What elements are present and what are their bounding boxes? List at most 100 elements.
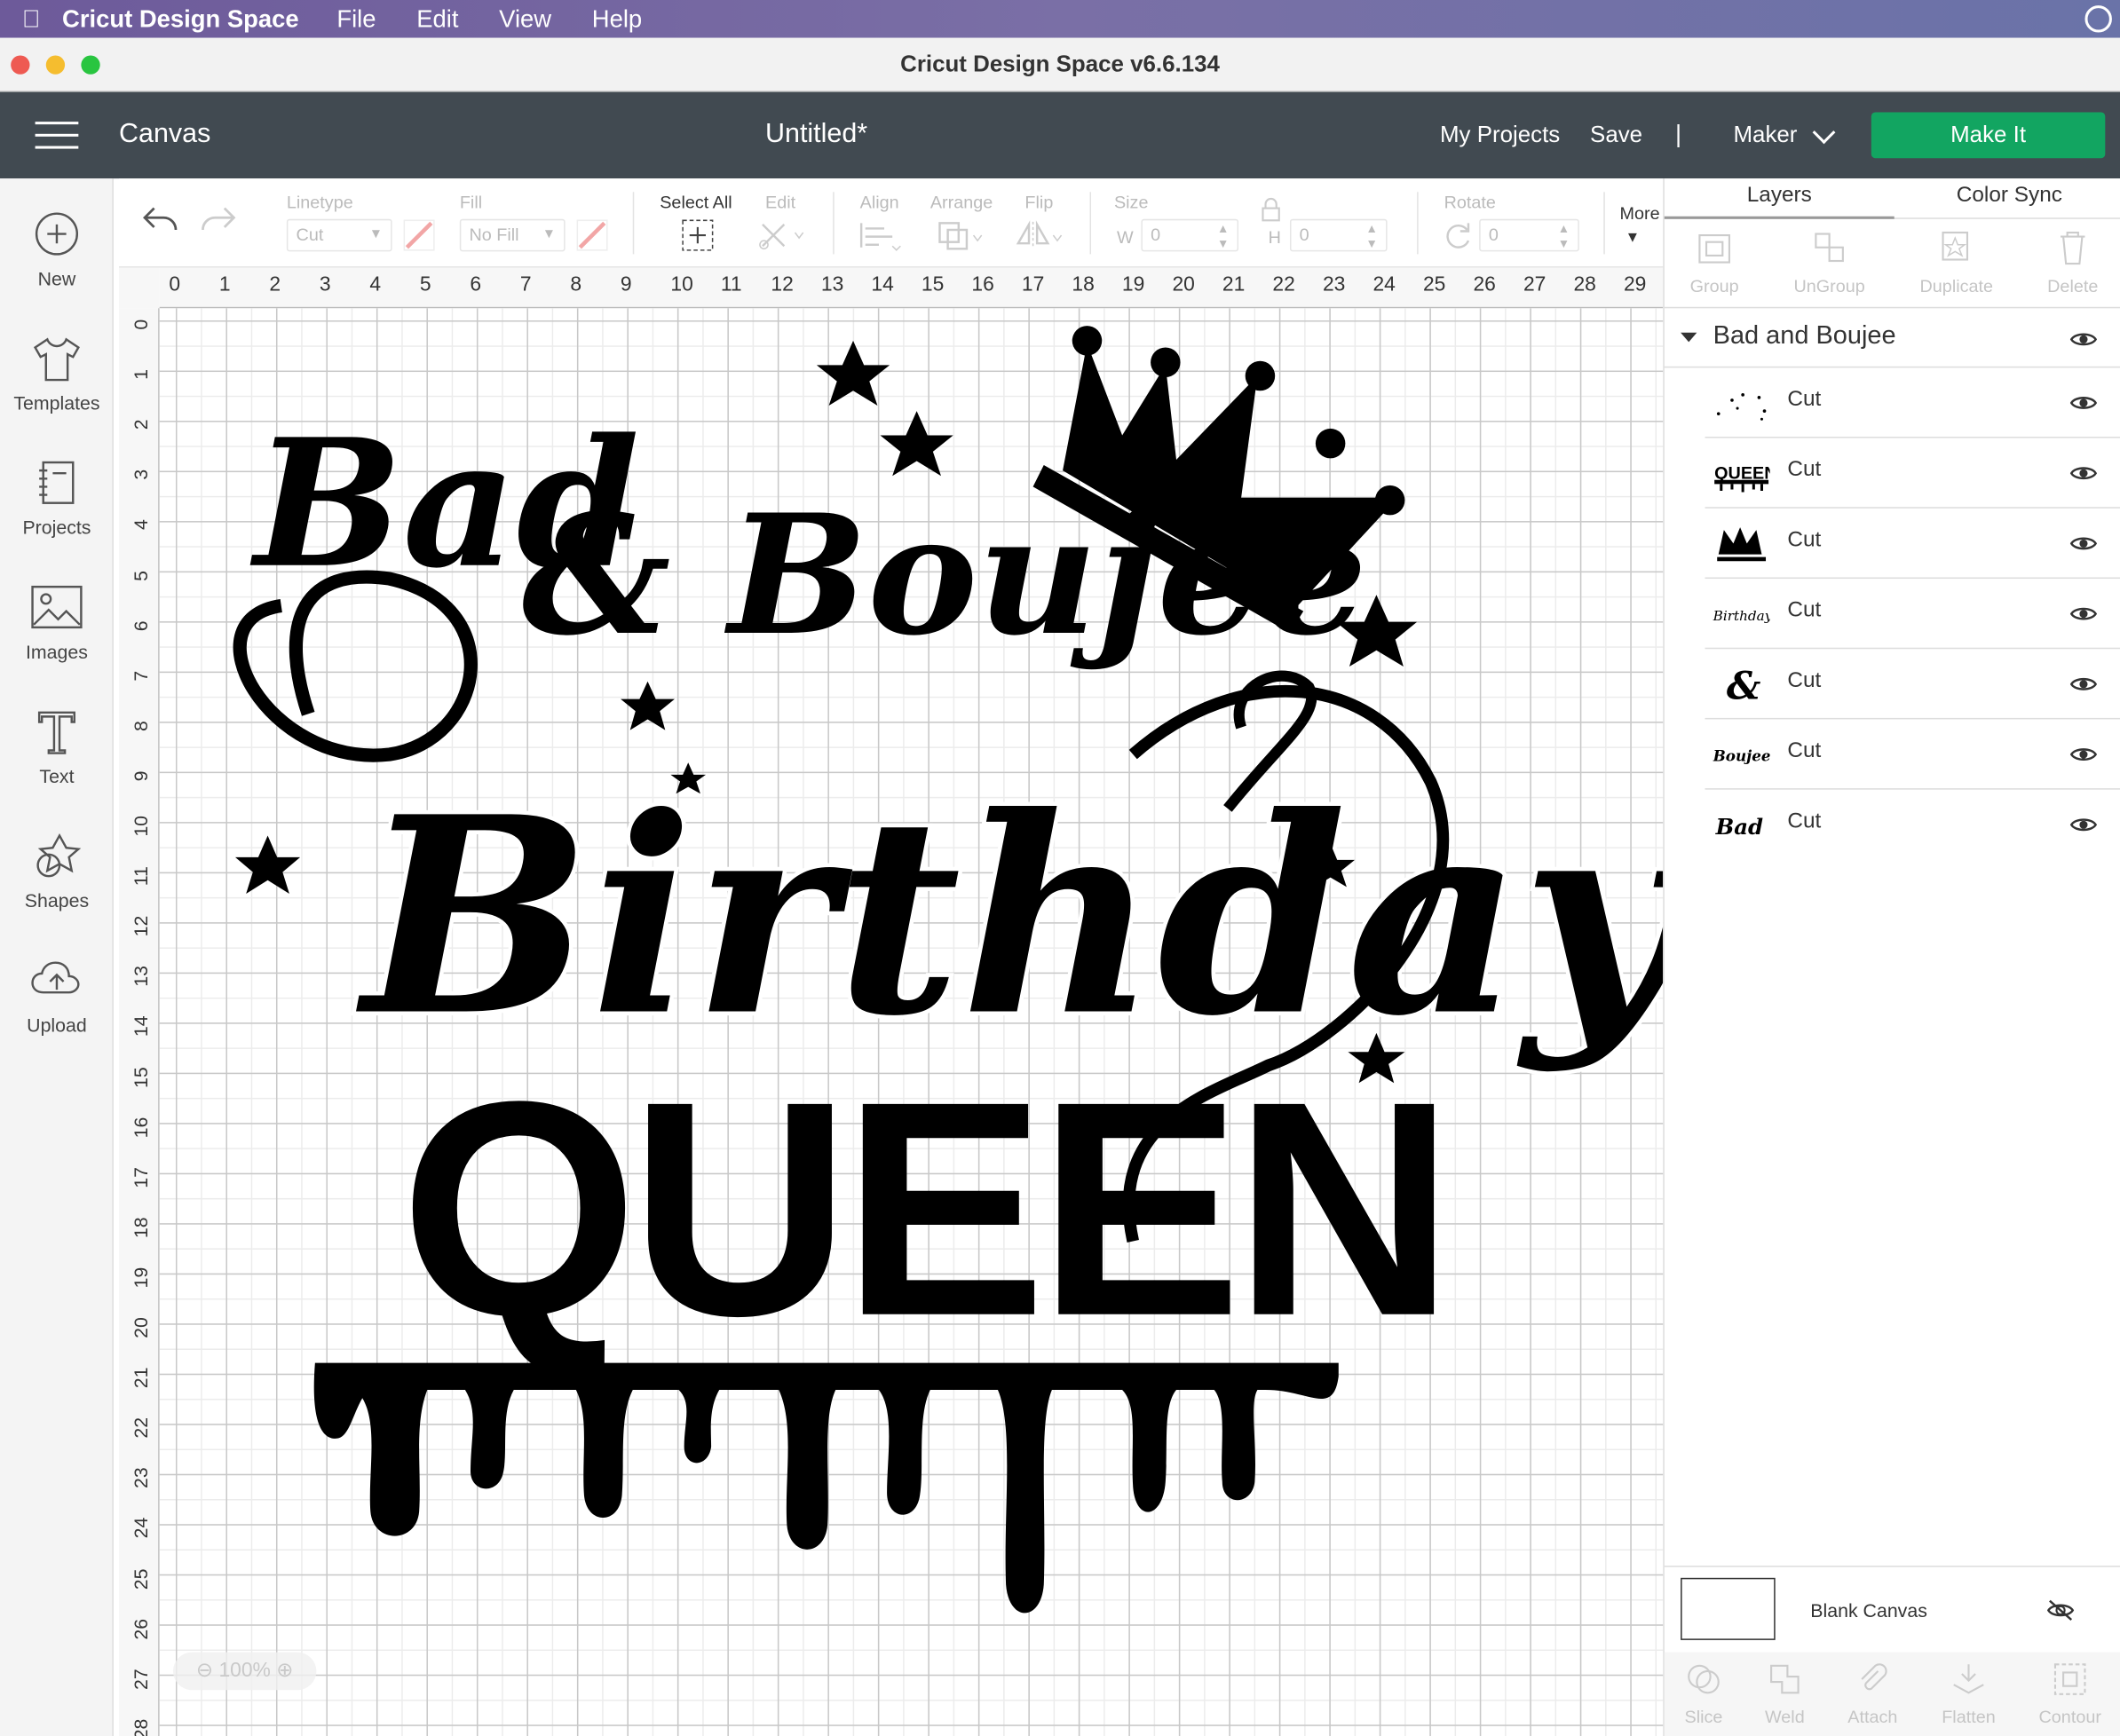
hamburger-menu-icon[interactable] [35, 122, 79, 152]
layer-row[interactable]: QUEEN Cut [1705, 438, 2120, 509]
menu-view[interactable]: View [499, 4, 551, 33]
ruler-tick-label: 23 [1322, 272, 1346, 296]
ruler-tick-label: 28 [130, 1718, 152, 1736]
delete-button[interactable]: Delete [2019, 227, 2120, 296]
fill-select[interactable]: No Fill ▼ [459, 218, 566, 252]
contour-label: Contour [2038, 1706, 2101, 1727]
stepper-icon[interactable]: ▲ ▼ [1365, 222, 1378, 252]
ruler-tick-label: 15 [130, 1066, 152, 1088]
ruler-tick-label: 5 [419, 272, 431, 296]
layer-row[interactable]: Cut [1705, 367, 2120, 438]
machine-selector[interactable]: Maker [1733, 122, 1797, 148]
apple-icon[interactable]:  [0, 4, 62, 33]
queen-drip-layer[interactable]: QUEEN [313, 1038, 1454, 1614]
eye-icon[interactable] [2069, 464, 2098, 483]
ruler-tick-label: 25 [130, 1567, 152, 1590]
weld-button[interactable]: Weld [1742, 1661, 1828, 1726]
sidebar-item-shapes[interactable]: Shapes [0, 832, 114, 911]
layers-panel: Layers Color Sync Group UnGroup Duplicat… [1663, 178, 2120, 1736]
stepper-icon[interactable]: ▲ ▼ [1217, 222, 1230, 252]
zoom-in-icon[interactable]: ⊕ [276, 1659, 293, 1682]
eye-icon[interactable] [2069, 330, 2098, 349]
plus-circle-icon [35, 212, 79, 256]
sidebar-item-templates[interactable]: Templates [0, 335, 114, 414]
flatten-button[interactable]: Flatten [1926, 1661, 2012, 1726]
stepper-icon[interactable]: ▲ ▼ [1558, 222, 1570, 252]
tab-layers[interactable]: Layers [1747, 184, 1812, 208]
menu-edit[interactable]: Edit [416, 4, 458, 33]
layer-group-row[interactable]: Bad and Boujee [1664, 308, 2120, 368]
sidebar-item-text[interactable]: Text [0, 708, 114, 787]
ruler-tick-label: 4 [130, 519, 152, 531]
eye-hidden-icon[interactable] [2045, 1599, 2076, 1621]
sidebar-item-upload[interactable]: Upload [0, 958, 114, 1036]
my-projects-link[interactable]: My Projects [1440, 122, 1560, 148]
more-button[interactable]: More [1620, 203, 1660, 224]
design-artwork[interactable]: QUEEN Birthday Bad & Boujee [160, 308, 1664, 1736]
arrange-icon[interactable] [936, 219, 990, 252]
lock-icon[interactable] [1260, 197, 1281, 222]
height-input[interactable]: 0 ▲ ▼ [1289, 218, 1388, 252]
sidebar-item-label: Upload [27, 1014, 87, 1036]
ruler-tick-label: 23 [130, 1467, 152, 1489]
contour-button[interactable]: Contour [2027, 1661, 2113, 1727]
layer-row[interactable]: Birthday Cut [1705, 579, 2120, 650]
menu-help[interactable]: Help [592, 4, 642, 33]
select-all-icon[interactable] [682, 219, 715, 252]
ungroup-button[interactable]: UnGroup [1776, 227, 1884, 296]
eye-icon[interactable] [2069, 604, 2098, 623]
linetype-select[interactable]: Cut ▼ [286, 218, 392, 252]
app-menu[interactable]: Cricut Design Space [62, 4, 299, 33]
eye-icon[interactable] [2069, 745, 2098, 763]
fill-color-swatch[interactable] [576, 219, 609, 252]
make-it-button[interactable]: Make It [1871, 112, 2106, 159]
eye-icon[interactable] [2069, 675, 2098, 693]
trash-icon [2061, 231, 2085, 265]
eye-icon[interactable] [2069, 534, 2098, 553]
document-title[interactable]: Untitled* [765, 119, 867, 150]
edit-scissors-icon[interactable] [757, 219, 806, 252]
collapse-triangle-icon[interactable] [1681, 332, 1697, 343]
menu-file[interactable]: File [336, 4, 376, 33]
duplicate-button[interactable]: Duplicate [1902, 227, 2011, 296]
sidebar-item-new[interactable]: New [0, 211, 114, 289]
flip-icon[interactable] [1014, 219, 1068, 252]
layer-row[interactable]: Bad Cut [1705, 790, 2120, 860]
layer-row[interactable]: & Cut [1705, 649, 2120, 720]
group-name: Bad and Boujee [1713, 321, 1896, 351]
zoom-control[interactable]: ⊖ 100% ⊕ [172, 1652, 317, 1691]
layer-row[interactable]: Boujee Cut [1705, 719, 2120, 790]
undo-icon[interactable] [140, 203, 181, 239]
ruler-tick-label: 15 [921, 272, 945, 296]
sidebar-item-images[interactable]: Images [0, 584, 114, 662]
app-header: Canvas Untitled* My Projects Save | Make… [0, 91, 2120, 179]
design-canvas[interactable]: QUEEN Birthday Bad & Boujee ⊖ 100% ⊕ [159, 308, 1664, 1736]
sidebar-item-projects[interactable]: Projects [0, 460, 114, 538]
layer-row[interactable]: Cut [1705, 509, 2120, 580]
zoom-out-icon[interactable]: ⊖ [196, 1659, 213, 1682]
redo-icon[interactable] [197, 203, 238, 239]
ruler-tick-label: 27 [1523, 272, 1546, 296]
group-button[interactable]: Group [1660, 227, 1768, 296]
align-icon[interactable] [858, 219, 906, 252]
attach-button[interactable]: Attach [1830, 1661, 1916, 1726]
slice-button[interactable]: Slice [1660, 1661, 1746, 1726]
more-chevron-icon[interactable]: ▼ [1626, 230, 1641, 246]
blank-canvas-row[interactable]: Blank Canvas [1664, 1566, 2120, 1652]
toolbar-divider [1603, 192, 1605, 255]
group-icon [1698, 234, 1730, 264]
chevron-down-icon[interactable] [1812, 121, 1836, 145]
tab-color-sync[interactable]: Color Sync [1957, 184, 2062, 208]
eye-icon[interactable] [2069, 393, 2098, 412]
duplicate-label: Duplicate [1919, 275, 1994, 296]
linetype-color-swatch[interactable] [403, 219, 436, 252]
rotate-input[interactable]: 0 ▲ ▼ [1479, 218, 1579, 252]
eye-icon[interactable] [2069, 816, 2098, 834]
blank-canvas-swatch[interactable] [1681, 1577, 1776, 1640]
width-input[interactable]: 0 ▲ ▼ [1141, 218, 1239, 252]
ruler-tick-label: 9 [130, 770, 152, 782]
fill-value: No Fill [469, 224, 519, 245]
save-button[interactable]: Save [1590, 122, 1642, 148]
creative-cloud-icon[interactable] [2084, 5, 2112, 33]
window-title-bar: Cricut Design Space v6.6.134 [0, 37, 2120, 92]
